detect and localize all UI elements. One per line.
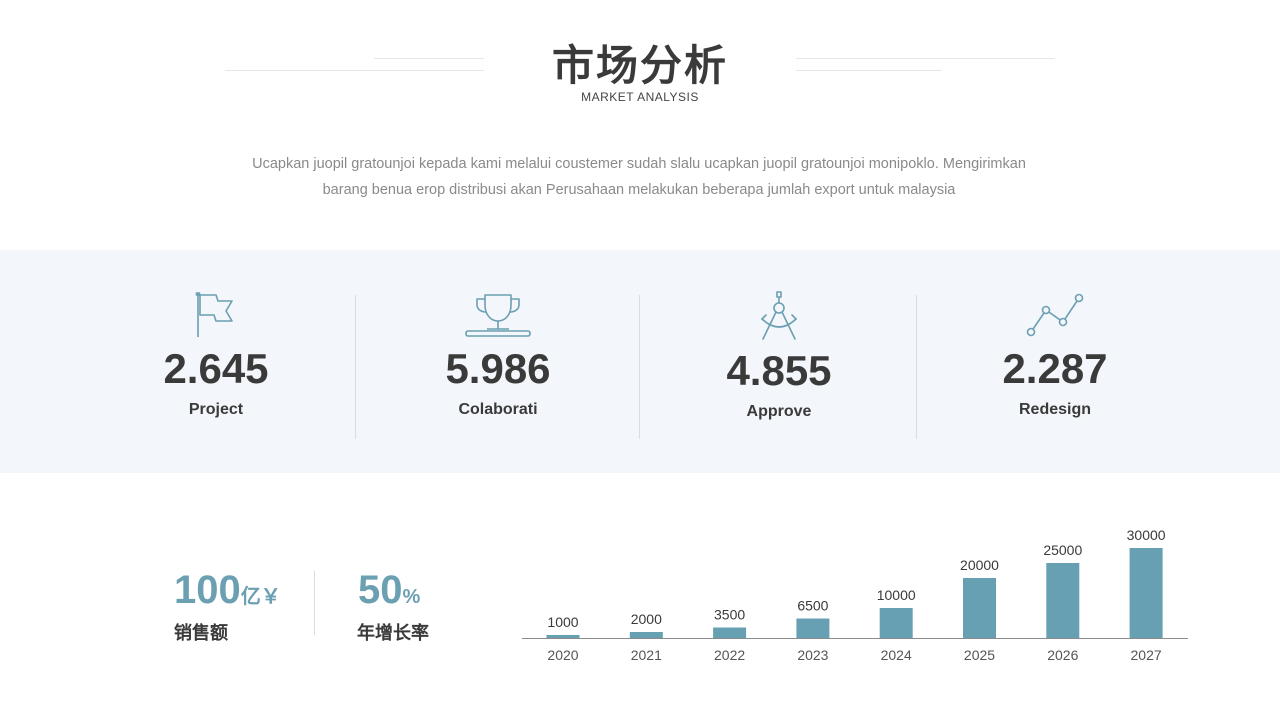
stat-label: Approve (746, 403, 812, 420)
bar-2025 (963, 578, 996, 638)
stat-approve: 4.855 Approve (659, 291, 899, 421)
kpi-sales-number: 100亿￥ (174, 568, 281, 619)
data-label-2025: 20000 (960, 557, 999, 573)
data-label-2026: 25000 (1043, 542, 1082, 558)
stat-project: 2.645 Project (96, 291, 336, 419)
stat-value: 4.855 (726, 347, 832, 394)
stat-divider (355, 295, 356, 439)
stat-value: 2.287 (1002, 345, 1108, 392)
bar-2027 (1129, 548, 1163, 638)
data-label-2024: 10000 (877, 587, 916, 603)
bar-2023 (796, 618, 830, 638)
bar-2022 (713, 627, 747, 638)
line-chart-icon (1026, 293, 1084, 337)
bar-2020 (546, 635, 580, 638)
x-tick-label-2025: 2025 (964, 647, 995, 663)
x-tick-label-2022: 2022 (714, 647, 745, 663)
kpi-growth-unit: % (402, 586, 421, 608)
x-tick-label-2021: 2021 (631, 647, 662, 663)
stat-colaborati: 5.986 Colaborati (378, 291, 618, 419)
kpi-growth-label: 年增长率 (357, 623, 429, 644)
x-tick-label-2027: 2027 (1131, 647, 1162, 663)
bar-2021 (629, 632, 663, 638)
stat-label: Project (188, 401, 244, 418)
trophy-icon (465, 294, 531, 337)
bar-2026 (1046, 563, 1080, 638)
x-tick-label-2024: 2024 (881, 647, 912, 663)
data-label-2027: 30000 (1127, 527, 1166, 543)
kpi-growth-number: 50% (358, 568, 420, 619)
stat-value: 2.645 (163, 345, 269, 392)
x-tick-label-2020: 2020 (547, 647, 578, 663)
flag-icon (195, 292, 233, 337)
stat-divider (639, 295, 640, 439)
data-label-2022: 3500 (714, 607, 745, 623)
page-subtitle: MARKET ANALYSIS (581, 90, 699, 104)
bar-2024 (879, 608, 913, 638)
description: Ucapkan juopil gratounjoi kepada kami me… (240, 151, 1038, 203)
kpi-sales-label: 销售额 (174, 623, 228, 644)
data-label-2021: 2000 (631, 611, 662, 627)
description-line-1: Ucapkan juopil gratounjoi kepada kami me… (252, 156, 1026, 172)
kpi-divider (314, 571, 315, 635)
kpi-sales-value: 100 (174, 568, 241, 612)
stat-value: 5.986 (445, 345, 551, 392)
data-label-2020: 1000 (547, 614, 578, 630)
bar-chart: 1000 2020 2000 2021 3500 2022 6500 2023 10000 202… (522, 527, 1188, 663)
x-tick-label-2026: 2026 (1047, 647, 1078, 663)
page-title: 市场分析 (551, 41, 728, 90)
stat-label: Redesign (1018, 401, 1091, 418)
x-tick-label-2023: 2023 (797, 647, 828, 663)
description-line-2: barang benua erop distribusi akan Perusa… (322, 182, 956, 198)
kpi-sales-unit: 亿￥ (240, 586, 281, 608)
stat-redesign: 2.287 Redesign (935, 291, 1175, 419)
data-label-2023: 6500 (797, 598, 828, 614)
kpi-growth-value: 50 (358, 568, 403, 612)
stat-divider (916, 295, 917, 439)
compass-icon (761, 291, 797, 340)
stat-label: Colaborati (458, 401, 538, 418)
